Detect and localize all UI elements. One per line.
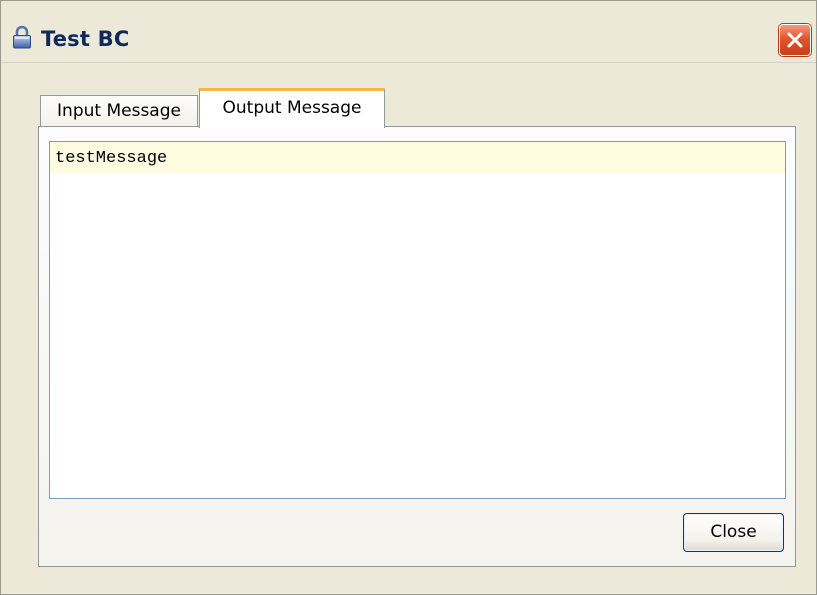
test-bc-dialog: Test BC Input Message Output Message tes… xyxy=(0,0,817,595)
output-message-text: testMessage xyxy=(55,149,168,168)
tab-output-message-label: Output Message xyxy=(222,98,362,118)
lock-icon xyxy=(12,25,32,49)
tab-input-message-label: Input Message xyxy=(57,101,181,121)
current-line-highlight: testMessage xyxy=(50,142,785,173)
close-button[interactable]: Close xyxy=(683,513,784,552)
close-icon[interactable] xyxy=(779,24,811,56)
output-message-textarea[interactable]: testMessage xyxy=(49,141,786,499)
title-bar[interactable]: Test BC xyxy=(1,1,816,63)
tab-input-message[interactable]: Input Message xyxy=(40,95,198,128)
window-title: Test BC xyxy=(41,27,130,51)
tab-output-message[interactable]: Output Message xyxy=(199,88,385,128)
